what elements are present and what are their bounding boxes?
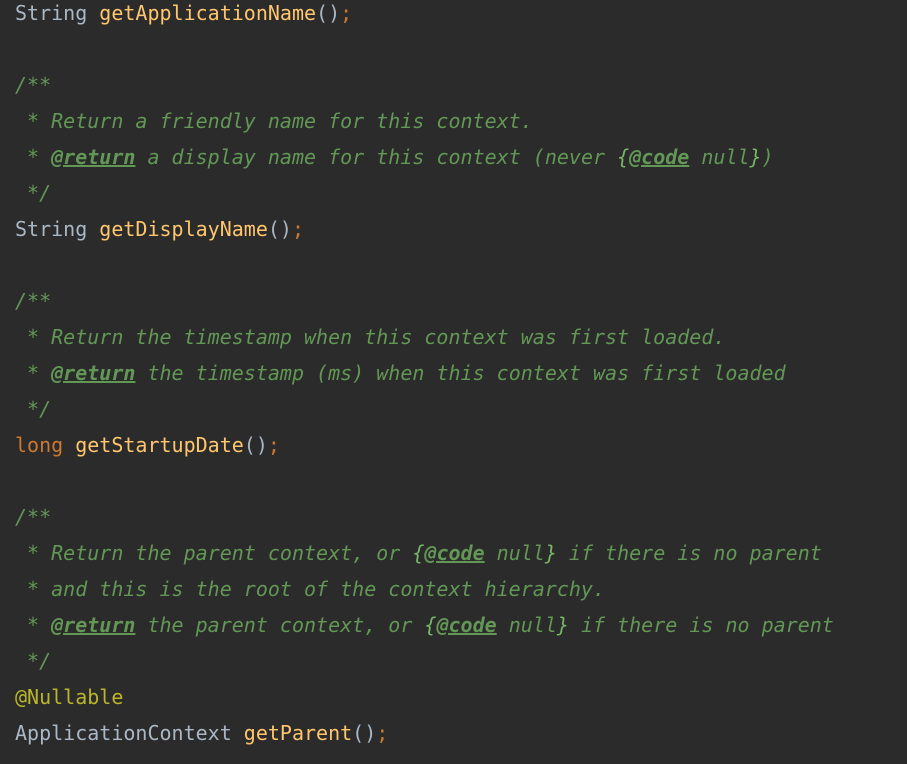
javadoc-text-end: if there is no parent (568, 613, 834, 637)
method-name: getParent (243, 721, 353, 745)
return-type: ApplicationContext (15, 721, 232, 745)
method-name: getApplicationName (99, 1, 317, 25)
method-name: getDisplayName (99, 217, 268, 241)
javadoc-return-tag: @return (51, 145, 136, 169)
javadoc-line: * Return the parent context, or {@code n… (15, 535, 822, 571)
code-line-get-display-name[interactable]: String getDisplayName(); (15, 211, 304, 247)
javadoc-return-line: * @return a display name for this contex… (15, 139, 774, 175)
javadoc-code-tag: @code (424, 541, 485, 565)
parentheses: () (267, 217, 292, 241)
code-line-get-application-name[interactable]: String getApplicationName(); (15, 0, 352, 31)
javadoc-text: the parent context, or (135, 613, 425, 637)
inline-tag-open-brace: { (424, 613, 437, 637)
javadoc-return-line: * @return the timestamp (ms) when this c… (15, 355, 786, 391)
javadoc-code-tag: @code (436, 613, 497, 637)
parentheses: () (352, 721, 377, 745)
javadoc-text-end: if there is no parent (556, 541, 822, 565)
code-line-get-startup-date[interactable]: long getStartupDate(); (15, 427, 280, 463)
annotation-nullable[interactable]: @Nullable (15, 679, 123, 715)
return-type: String (15, 1, 88, 25)
javadoc-close: */ (15, 181, 52, 205)
javadoc-prefix: * (15, 145, 52, 169)
javadoc-text-end: ) (761, 145, 774, 169)
javadoc-text: a display name for this context (never (135, 145, 618, 169)
parentheses: () (243, 433, 268, 457)
code-line-get-parent[interactable]: ApplicationContext getParent(); (15, 715, 388, 751)
javadoc-line: * and this is the root of the context hi… (15, 577, 606, 601)
semicolon: ; (291, 217, 305, 241)
inline-tag-open-brace: { (617, 145, 630, 169)
javadoc-open: /** (15, 73, 52, 97)
inline-tag-close-brace: } (544, 541, 557, 565)
javadoc-return-tag: @return (51, 361, 136, 385)
javadoc-code-text: null (496, 613, 557, 637)
javadoc-close: */ (15, 397, 52, 421)
inline-tag-open-brace: { (412, 541, 425, 565)
javadoc-prefix: * (15, 613, 52, 637)
semicolon: ; (340, 1, 353, 25)
javadoc-open: /** (15, 505, 52, 529)
javadoc-code-text: null (689, 145, 750, 169)
return-type: String (15, 217, 88, 241)
parentheses: () (316, 1, 341, 25)
javadoc-text: * Return the parent context, or (15, 541, 413, 565)
method-name: getStartupDate (75, 433, 244, 457)
javadoc-return-tag: @return (51, 613, 136, 637)
javadoc-return-line: * @return the parent context, or {@code … (15, 607, 834, 643)
javadoc-text: the timestamp (ms) when this context was… (135, 361, 786, 385)
javadoc-close: */ (15, 649, 52, 673)
semicolon: ; (376, 721, 389, 745)
javadoc-code-tag: @code (629, 145, 690, 169)
semicolon: ; (267, 433, 280, 457)
inline-tag-close-brace: } (749, 145, 762, 169)
javadoc-prefix: * (15, 361, 52, 385)
javadoc-code-text: null (484, 541, 545, 565)
keyword-long: long (15, 433, 64, 457)
inline-tag-close-brace: } (556, 613, 569, 637)
javadoc-open: /** (15, 289, 52, 313)
javadoc-line: * Return the timestamp when this context… (15, 325, 726, 349)
javadoc-line: * Return a friendly name for this contex… (15, 109, 533, 133)
code-editor[interactable]: String getApplicationName(); /** * Retur… (0, 0, 907, 764)
